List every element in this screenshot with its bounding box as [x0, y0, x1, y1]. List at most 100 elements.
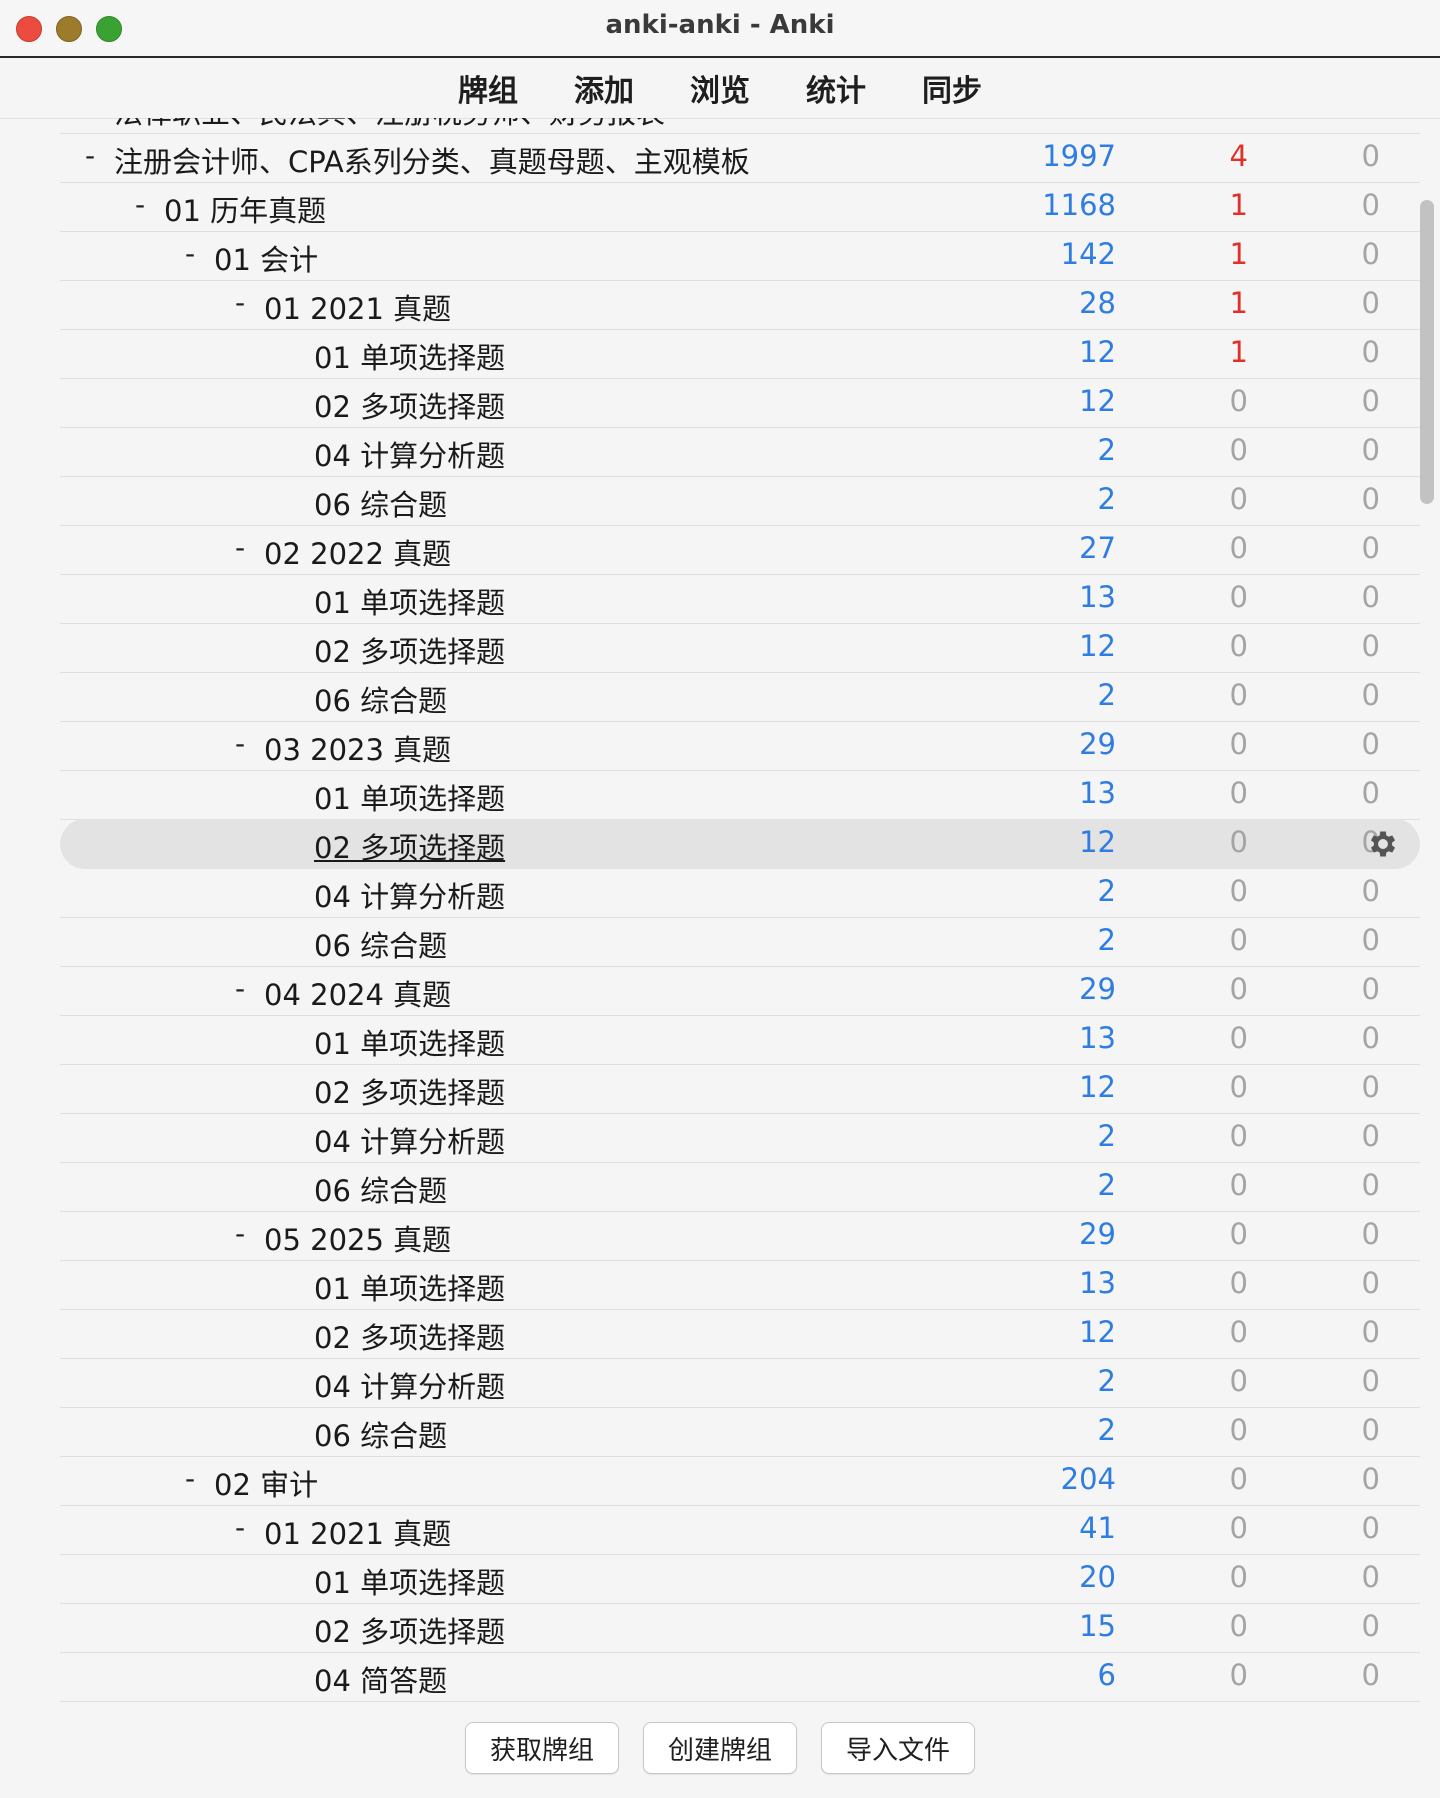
deck-row[interactable]: 02 多项选择题 12 0 0 [60, 378, 1420, 428]
deck-name[interactable]: 01 单项选择题 [314, 1266, 505, 1308]
deck-row[interactable]: 06 综合题 2 0 0 [60, 1407, 1420, 1457]
deck-row[interactable]: 01 单项选择题 12 1 0 [60, 329, 1420, 379]
deck-row[interactable]: 02 多项选择题 12 0 0 [60, 1064, 1420, 1114]
deck-row[interactable]: 04 计算分析题 2 0 0 [60, 868, 1420, 918]
new-count: 29 [1079, 727, 1116, 761]
toolbar-sync[interactable]: 同步 [922, 66, 982, 110]
deck-row[interactable]: -01 历年真题 1168 1 0 [60, 182, 1420, 232]
deck-name[interactable]: 02 2022 真题 [264, 531, 451, 573]
deck-row[interactable]: 04 计算分析题 2 0 0 [60, 1358, 1420, 1408]
deck-name[interactable]: 法律职业、民法典、注册税务师、财务报表 [114, 118, 665, 132]
deck-name[interactable]: 01 会计 [214, 237, 318, 279]
review-count: 0 [1361, 237, 1380, 271]
collapse-toggle[interactable]: - [230, 727, 250, 760]
collapse-toggle[interactable]: - [230, 531, 250, 564]
deck-row[interactable]: 04 计算分析题 2 0 0 [60, 1113, 1420, 1163]
deck-row[interactable]: - 法律职业、民法典、注册税务师、财务报表 1491 15 0 [60, 118, 1420, 134]
get-shared-decks-button[interactable]: 获取牌组 [465, 1722, 619, 1774]
deck-name[interactable]: 01 单项选择题 [314, 1021, 505, 1063]
toolbar-browse[interactable]: 浏览 [690, 66, 750, 110]
collapse-toggle[interactable]: - [180, 237, 200, 270]
deck-row[interactable]: 01 单项选择题 13 0 0 [60, 1015, 1420, 1065]
deck-name[interactable]: 01 2021 真题 [264, 1511, 451, 1553]
deck-row[interactable]: 06 综合题 2 0 0 [60, 1162, 1420, 1212]
deck-name[interactable]: 02 多项选择题 [314, 1070, 505, 1112]
deck-name[interactable]: 04 2024 真题 [264, 972, 451, 1014]
learn-count: 0 [1229, 1364, 1248, 1398]
collapse-toggle[interactable]: - [180, 1462, 200, 1495]
deck-row[interactable]: 04 计算分析题 2 0 0 [60, 427, 1420, 477]
deck-name[interactable]: 01 单项选择题 [314, 580, 505, 622]
review-count: 0 [1361, 1168, 1380, 1202]
deck-row[interactable]: 02 多项选择题 12 0 0 [60, 1309, 1420, 1359]
collapse-toggle[interactable]: - [80, 118, 100, 123]
toolbar-add[interactable]: 添加 [574, 66, 634, 110]
import-file-button[interactable]: 导入文件 [821, 1722, 975, 1774]
deck-row[interactable]: 06 综合题 2 0 0 [60, 917, 1420, 967]
deck-name[interactable]: 01 2021 真题 [264, 286, 451, 328]
deck-row[interactable]: 06 综合题 2 0 0 [60, 672, 1420, 722]
deck-name[interactable]: 01 单项选择题 [314, 335, 505, 377]
deck-row[interactable]: 01 单项选择题 13 0 0 [60, 1260, 1420, 1310]
new-count: 12 [1079, 335, 1116, 369]
deck-row[interactable]: 02 多项选择题 12 0 0 [60, 819, 1420, 869]
deck-name[interactable]: 02 多项选择题 [314, 629, 505, 671]
deck-row[interactable]: -01 2021 真题 28 1 0 [60, 280, 1420, 330]
deck-row[interactable]: 06 综合题 2 0 0 [60, 476, 1420, 526]
collapse-toggle[interactable]: - [230, 972, 250, 1005]
deck-row[interactable]: 02 多项选择题 12 0 0 [60, 623, 1420, 673]
deck-row[interactable]: 01 单项选择题 13 0 0 [60, 574, 1420, 624]
collapse-toggle[interactable]: - [130, 188, 150, 221]
deck-row[interactable]: -02 2022 真题 27 0 0 [60, 525, 1420, 575]
collapse-toggle[interactable]: - [80, 139, 100, 172]
deck-name[interactable]: 02 多项选择题 [314, 384, 505, 426]
deck-name[interactable]: 06 综合题 [314, 923, 447, 965]
review-count: 0 [1361, 1364, 1380, 1398]
collapse-toggle[interactable]: - [230, 286, 250, 319]
review-count: 0 [1361, 1609, 1380, 1643]
deck-name[interactable]: 04 计算分析题 [314, 1364, 505, 1406]
collapse-toggle[interactable]: - [230, 1217, 250, 1250]
deck-name[interactable]: 04 简答题 [314, 1658, 447, 1700]
deck-name[interactable]: 01 单项选择题 [314, 1560, 505, 1602]
deck-name[interactable]: 注册会计师、CPA系列分类、真题母题、主观模板 [114, 139, 750, 181]
deck-row[interactable]: -05 2025 真题 29 0 0 [60, 1211, 1420, 1261]
learn-count: 0 [1229, 1560, 1248, 1594]
deck-name[interactable]: 06 综合题 [314, 678, 447, 720]
review-count: 0 [1361, 482, 1380, 516]
deck-name[interactable]: 04 计算分析题 [314, 433, 505, 475]
gear-icon[interactable] [1366, 827, 1400, 861]
create-deck-button[interactable]: 创建牌组 [643, 1722, 797, 1774]
toolbar-stats[interactable]: 统计 [806, 66, 866, 110]
toolbar-decks[interactable]: 牌组 [458, 66, 518, 110]
deck-name[interactable]: 04 计算分析题 [314, 874, 505, 916]
deck-row[interactable]: 01 单项选择题 13 0 0 [60, 770, 1420, 820]
deck-name[interactable]: 01 单项选择题 [314, 776, 505, 818]
deck-name[interactable]: 04 计算分析题 [314, 1119, 505, 1161]
deck-row[interactable]: -01 2021 真题 41 0 0 [60, 1505, 1420, 1555]
deck-row[interactable]: -03 2023 真题 29 0 0 [60, 721, 1420, 771]
deck-name[interactable]: 02 多项选择题 [314, 1609, 505, 1651]
deck-row[interactable]: - 注册会计师、CPA系列分类、真题母题、主观模板 1997 4 0 [60, 133, 1420, 183]
deck-row[interactable]: 04 简答题 6 0 0 [60, 1652, 1420, 1702]
deck-name[interactable]: 06 综合题 [314, 1413, 447, 1455]
new-count: 20 [1079, 1560, 1116, 1594]
deck-name[interactable]: 05 2025 真题 [264, 1217, 451, 1259]
collapse-toggle[interactable]: - [230, 1511, 250, 1544]
deck-name[interactable]: 01 历年真题 [164, 188, 326, 230]
deck-name[interactable]: 02 审计 [214, 1462, 318, 1504]
deck-row[interactable]: 01 单项选择题 20 0 0 [60, 1554, 1420, 1604]
deck-name[interactable]: 02 多项选择题 [314, 1315, 505, 1357]
deck-name[interactable]: 06 综合题 [314, 482, 447, 524]
vertical-scrollbar[interactable] [1420, 200, 1434, 504]
deck-row[interactable]: -02 审计 204 0 0 [60, 1456, 1420, 1506]
review-count: 0 [1361, 776, 1380, 810]
deck-name[interactable]: 02 多项选择题 [314, 825, 505, 867]
review-count: 0 [1361, 1217, 1380, 1251]
deck-row[interactable]: 02 多项选择题 15 0 0 [60, 1603, 1420, 1653]
review-count: 0 [1361, 1119, 1380, 1153]
deck-row[interactable]: -04 2024 真题 29 0 0 [60, 966, 1420, 1016]
deck-name[interactable]: 03 2023 真题 [264, 727, 451, 769]
deck-name[interactable]: 06 综合题 [314, 1168, 447, 1210]
deck-row[interactable]: -01 会计 142 1 0 [60, 231, 1420, 281]
